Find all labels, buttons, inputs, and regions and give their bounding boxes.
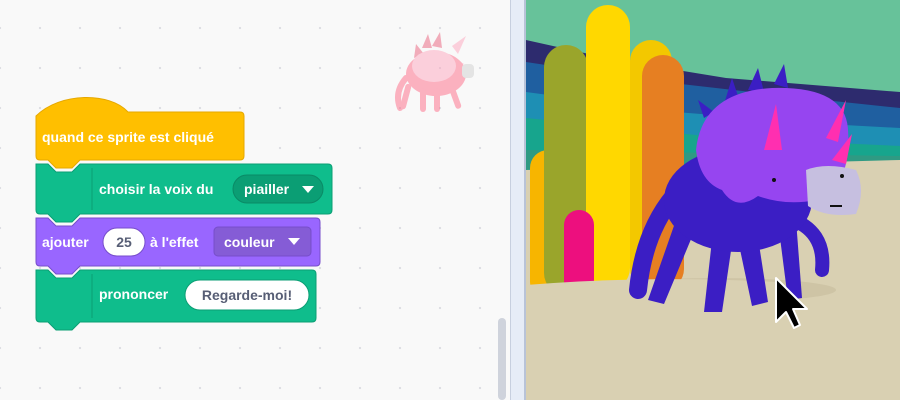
stage[interactable] xyxy=(526,0,900,400)
speak-text-value: Regarde-moi! xyxy=(202,287,292,303)
when-sprite-clicked-hat-block[interactable]: quand ce sprite est cliqué xyxy=(35,96,245,169)
change-effect-label-before: ajouter xyxy=(42,234,89,250)
speak-text-input[interactable]: Regarde-moi! xyxy=(184,279,310,311)
hat-block-label: quand ce sprite est cliqué xyxy=(42,129,214,145)
set-voice-block[interactable]: choisir la voix du piailler xyxy=(35,163,333,223)
effect-dropdown-value: couleur xyxy=(224,234,275,250)
voice-dropdown[interactable]: piailler xyxy=(232,174,324,204)
effect-amount-input[interactable]: 25 xyxy=(102,227,146,257)
code-area[interactable]: quand ce sprite est cliqué choisir la vo… xyxy=(0,0,510,400)
stage-divider xyxy=(510,0,526,400)
change-effect-label-after: à l'effet xyxy=(150,234,199,250)
effect-amount-value: 25 xyxy=(116,234,132,250)
speak-block[interactable]: prononcer Regarde-moi! xyxy=(35,269,317,331)
script-stack[interactable]: quand ce sprite est cliqué choisir la vo… xyxy=(0,0,510,400)
stage-canvas[interactable] xyxy=(526,0,900,400)
effect-dropdown[interactable]: couleur xyxy=(213,226,312,257)
change-effect-block[interactable]: ajouter 25 à l'effet couleur xyxy=(35,217,321,275)
voice-dropdown-value: piailler xyxy=(244,181,290,197)
code-area-scrollbar[interactable] xyxy=(498,318,506,400)
speak-label: prononcer xyxy=(99,286,169,302)
set-voice-label: choisir la voix du xyxy=(99,181,213,197)
